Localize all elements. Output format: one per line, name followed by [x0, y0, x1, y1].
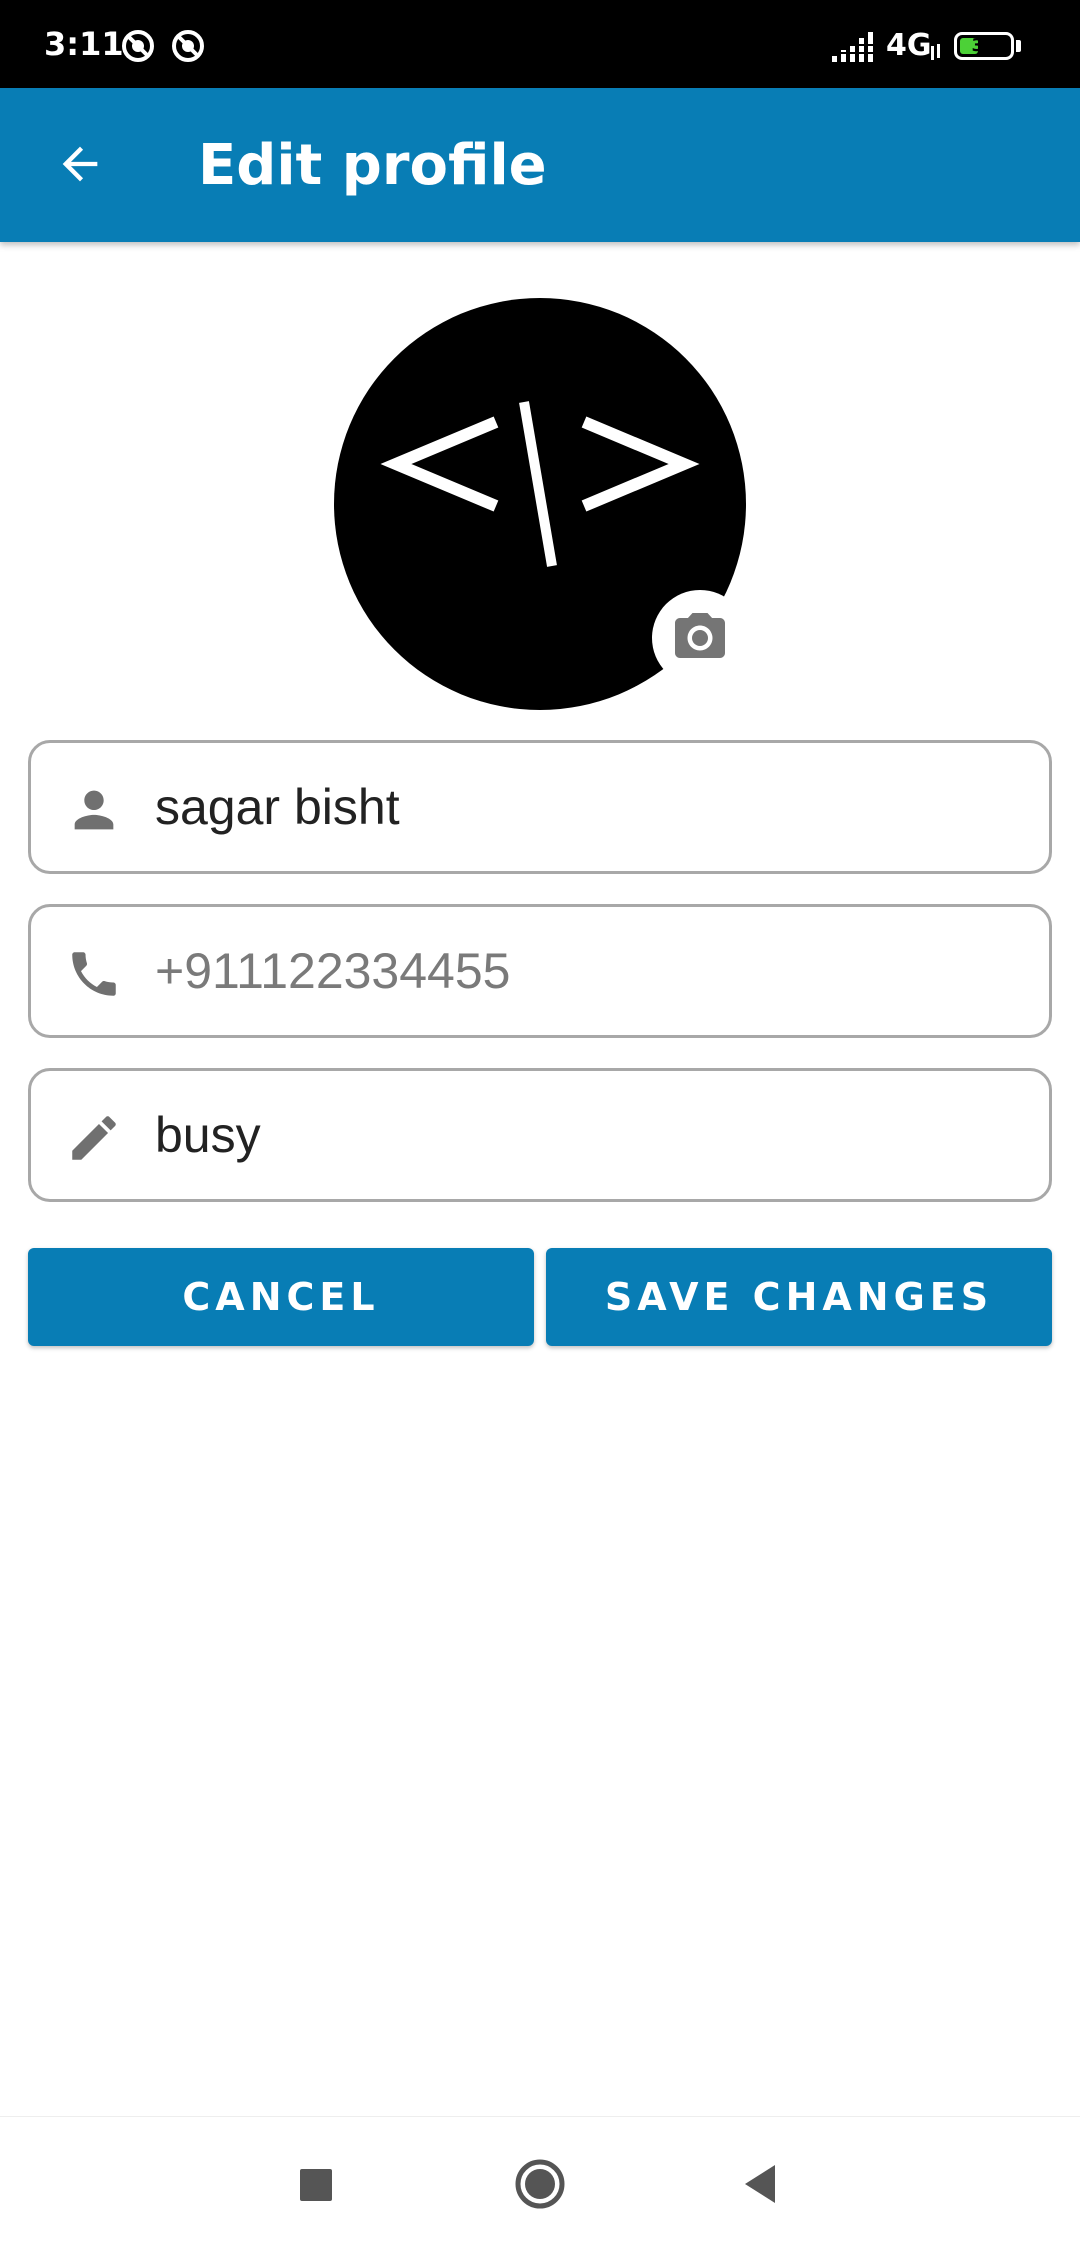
signal-icon: [832, 32, 876, 62]
notification-blocked-icon: [122, 30, 154, 62]
home-circle-icon[interactable]: [505, 2149, 575, 2219]
battery-tip: [1016, 40, 1021, 52]
back-triangle-icon[interactable]: [725, 2149, 795, 2219]
battery-level: 37: [971, 35, 997, 56]
page-title: Edit profile: [198, 133, 547, 198]
status-input[interactable]: [155, 1091, 1015, 1179]
phone-icon: [72, 952, 116, 996]
pencil-icon: [72, 1116, 116, 1160]
person-icon: [74, 790, 114, 830]
recents-square-icon[interactable]: [280, 2149, 350, 2219]
status-time: 3:11: [44, 25, 124, 63]
status-bar: 3:11 4G 37: [0, 0, 1080, 88]
arrow-back-icon: [62, 146, 98, 182]
camera-icon: [675, 613, 725, 658]
system-nav-bar: [0, 2116, 1080, 2247]
cancel-button[interactable]: CANCEL: [28, 1248, 534, 1346]
network-type: 4G: [886, 28, 932, 63]
data-activity-icon: [931, 44, 940, 60]
back-button[interactable]: [40, 124, 120, 204]
battery-icon: 37: [954, 32, 1014, 60]
phone-input[interactable]: [155, 927, 1015, 1015]
name-input[interactable]: [155, 763, 1015, 851]
notification-blocked-icon: [172, 30, 204, 62]
status-field: [28, 1068, 1052, 1202]
save-changes-button[interactable]: SAVE CHANGES: [546, 1248, 1052, 1346]
change-photo-button[interactable]: [652, 590, 748, 686]
app-bar: Edit profile: [0, 88, 1080, 242]
name-field: [28, 740, 1052, 874]
phone-field: [28, 904, 1052, 1038]
